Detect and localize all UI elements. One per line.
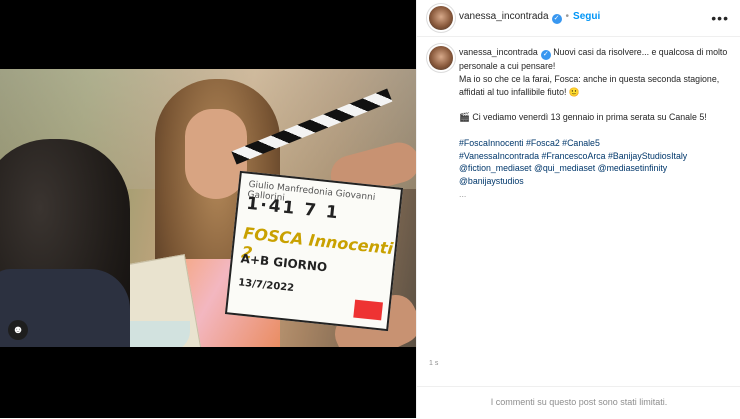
hashtags-line-1[interactable]: #FoscaInnocenti #Fosca2 #Canale5 [459, 137, 729, 150]
clapper-emoji-icon: 🎬 [459, 112, 470, 123]
caption-ellipsis: ... [459, 188, 467, 199]
caption-avatar[interactable] [429, 46, 453, 70]
avatar[interactable] [429, 6, 453, 30]
banijay-logo [353, 299, 383, 321]
more-horizontal-icon[interactable]: ••• [711, 10, 729, 26]
post-sidebar: vanessa_incontrada ✓ • Segui ••• vanessa_in… [416, 0, 740, 418]
smile-emoji-icon: 🙂 [568, 86, 580, 97]
glass-cup [120, 321, 190, 347]
verified-badge-icon: ✓ [540, 50, 551, 60]
post-media[interactable]: Giulio Manfredonia Giovanni Gallorini 1·… [0, 0, 416, 418]
post-photo: Giulio Manfredonia Giovanni Gallorini 1·… [0, 69, 416, 347]
clapperboard: Giulio Manfredonia Giovanni Gallorini 1·… [224, 88, 404, 332]
mentions-line-1[interactable]: @fiction_mediaset @qui_mediaset @mediase… [459, 162, 729, 175]
instagram-post-view: Giulio Manfredonia Giovanni Gallorini 1·… [0, 0, 740, 418]
caption-line-2: Ma io so che ce la farai, Fosca: anche i… [459, 73, 720, 97]
follow-button[interactable]: Segui [573, 11, 600, 22]
comments-limited-notice: I commenti su questo post sono stati lim… [490, 397, 668, 407]
comments-footer: I commenti su questo post sono stati lim… [417, 386, 740, 419]
post-timestamp[interactable]: 1 s [429, 360, 438, 367]
mentions-line-2[interactable]: @banijaystudios [459, 175, 729, 188]
username-link[interactable]: vanessa_incontrada [459, 11, 549, 22]
clapper-date: 13/7/2022 [237, 277, 295, 295]
verified-badge-icon: ✓ [551, 14, 562, 24]
caption-username[interactable]: vanessa_incontrada [459, 47, 538, 57]
post-header: vanessa_incontrada ✓ • Segui ••• [417, 0, 740, 37]
caption-line-3: Ci vediamo venerdì 13 gennaio in prima s… [472, 112, 707, 123]
hashtags-line-2[interactable]: #VanessaIncontrada #FrancescoArca #Banij… [459, 150, 729, 163]
person-tag-icon[interactable]: ☻ [8, 320, 28, 340]
